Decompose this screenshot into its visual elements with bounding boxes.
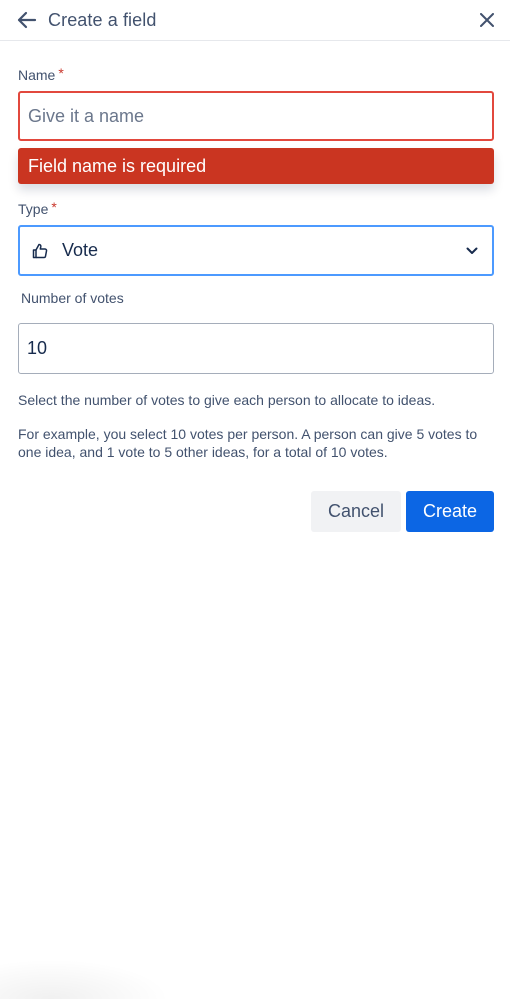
name-error-message: Field name is required — [18, 148, 494, 184]
type-label-text: Type — [18, 201, 49, 217]
create-button[interactable]: Create — [406, 491, 494, 532]
type-selected-value: Vote — [62, 240, 99, 260]
chevron-down-icon — [466, 244, 480, 258]
page-title: Create a field — [48, 9, 157, 30]
back-button[interactable] — [16, 9, 38, 31]
votes-example-text: For example, you select 10 votes per per… — [18, 426, 478, 460]
required-marker: * — [58, 65, 64, 81]
type-field-label: Type * — [18, 199, 57, 217]
votes-field-label: Number of votes — [21, 290, 124, 306]
name-input[interactable] — [18, 91, 494, 141]
votes-input[interactable] — [18, 323, 494, 374]
type-select[interactable]: Vote — [18, 225, 494, 276]
close-button[interactable] — [476, 9, 498, 31]
thumbs-up-icon — [32, 242, 50, 260]
name-field-label: Name * — [18, 65, 64, 83]
name-label-text: Name — [18, 67, 56, 83]
corner-shadow — [0, 959, 170, 999]
panel-header: Create a field — [0, 0, 510, 41]
votes-help-text: Select the number of votes to give each … — [18, 392, 436, 408]
required-marker: * — [51, 199, 57, 215]
cancel-button[interactable]: Cancel — [311, 491, 401, 532]
close-icon — [480, 13, 494, 27]
arrow-left-icon — [17, 11, 37, 29]
